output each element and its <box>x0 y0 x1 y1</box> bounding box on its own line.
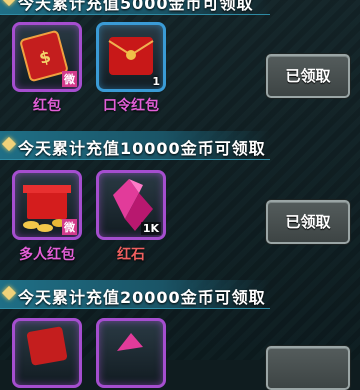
tier-3-header: 今天累计充值20000金币可领取 <box>0 280 270 309</box>
claimed-button[interactable] <box>266 346 350 390</box>
reward-item-red-stone[interactable] <box>96 318 166 388</box>
wechat-badge: 微 <box>62 71 77 87</box>
diamond-bullet-icon <box>1 0 17 7</box>
item-quantity: 1K <box>140 222 161 235</box>
tier-3-header-text: 今天累计充值20000金币可领取 <box>18 288 266 307</box>
red-envelope-icon <box>26 326 68 366</box>
tier-2-header: 今天累计充值10000金币可领取 <box>0 131 270 160</box>
reward-item-red-stone[interactable]: 1K <box>96 170 166 240</box>
diamond-bullet-icon <box>1 285 17 301</box>
tier-2-header-text: 今天累计充值10000金币可领取 <box>18 139 266 158</box>
item-quantity: 1 <box>152 75 160 88</box>
reward-item-label: 红石 <box>117 247 145 263</box>
claimed-button[interactable]: 已领取 <box>266 200 350 244</box>
reward-item-password-envelope[interactable]: 1 <box>96 22 166 92</box>
tier-1-header-text: 今天累计充值5000金币可领取 <box>18 0 254 13</box>
red-crystal-icon <box>117 333 143 351</box>
claimed-button[interactable]: 已领取 <box>266 54 350 98</box>
reward-item-label: 多人红包 <box>19 247 75 263</box>
reward-item-multi-envelope[interactable]: 微 <box>12 170 82 240</box>
wechat-badge: 微 <box>62 219 77 235</box>
tier-1-header: 今天累计充值5000金币可领取 <box>0 0 270 15</box>
reward-item-label: 口令红包 <box>103 98 159 114</box>
reward-item-label: 红包 <box>33 98 61 114</box>
reward-item-red-envelope[interactable] <box>12 318 82 388</box>
diamond-bullet-icon <box>1 136 17 152</box>
reward-item-red-envelope[interactable]: $ 微 <box>12 22 82 92</box>
